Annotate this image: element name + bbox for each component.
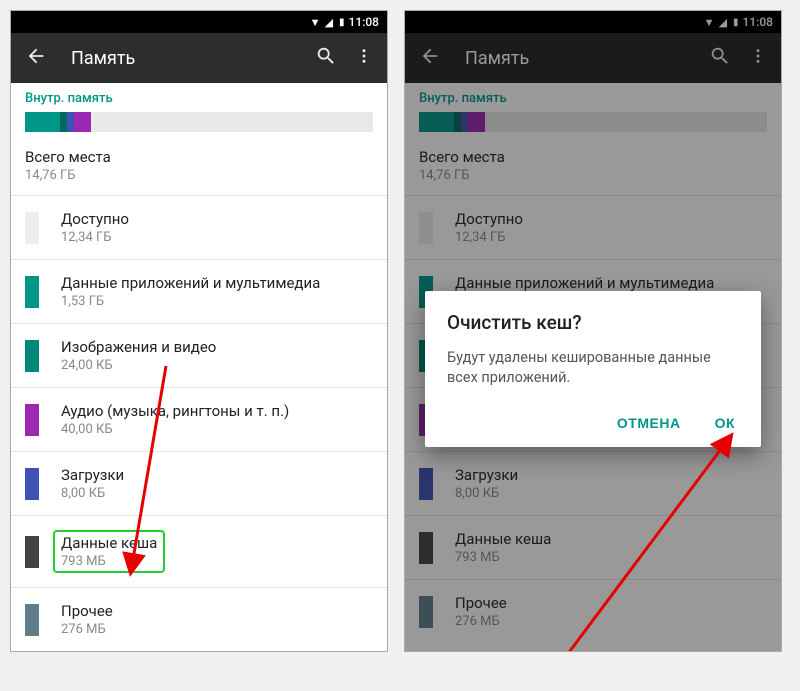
total-block: Всего места 14,76 ГБ (11, 142, 387, 195)
storage-bar (25, 112, 373, 132)
color-swatch (25, 276, 39, 308)
storage-item-subtitle: 276 МБ (61, 622, 113, 637)
storage-item[interactable]: Прочее 276 МБ (11, 588, 387, 651)
storage-item-text: Загрузки 8,00 КБ (61, 466, 124, 501)
storage-list: Доступно 12,34 ГБ Данные приложений и муль… (11, 196, 387, 651)
storage-item-text: Прочее 276 МБ (61, 602, 113, 637)
storage-item-title: Прочее (61, 602, 113, 620)
signal-icon: ◢ (325, 16, 333, 29)
clear-cache-dialog: Очистить кеш? Будут удалены кешированные… (425, 291, 761, 447)
total-label: Всего места (25, 148, 373, 166)
storage-item[interactable]: Доступно 12,34 ГБ (11, 196, 387, 259)
total-value: 14,76 ГБ (25, 168, 373, 183)
storage-item[interactable]: Загрузки 8,00 КБ (11, 452, 387, 515)
app-bar: Память (11, 33, 387, 83)
storage-item-title: Данные приложений и мультимедиа (61, 274, 320, 292)
ok-button[interactable]: ОК (711, 409, 739, 437)
cancel-button[interactable]: ОТМЕНА (613, 409, 685, 437)
storage-item-subtitle: 793 МБ (61, 554, 157, 569)
dialog-title: Очистить кеш? (447, 311, 739, 334)
status-time: 11:08 (349, 15, 379, 29)
color-swatch (25, 340, 39, 372)
storage-item-subtitle: 24,00 КБ (61, 358, 216, 373)
phone-right: ▼ ◢ ▮ 11:08 Память Внутр. память Всего м… (404, 10, 782, 652)
storage-item-title: Доступно (61, 210, 129, 228)
storage-item[interactable]: Данные приложений и мультимедиа 1,53 ГБ (11, 260, 387, 323)
storage-item-subtitle: 40,00 КБ (61, 422, 289, 437)
storage-item-title: Изображения и видео (61, 338, 216, 356)
storage-item[interactable]: Данные кеша 793 МБ (11, 516, 387, 587)
search-icon[interactable] (315, 45, 337, 71)
storage-item-text: Доступно 12,34 ГБ (61, 210, 129, 245)
battery-icon: ▮ (339, 17, 345, 28)
color-swatch (25, 468, 39, 500)
storage-item-text: Аудио (музыка, рингтоны и т. п.) 40,00 КБ (61, 402, 289, 437)
dialog-message: Будут удалены кешированные данные всех п… (447, 348, 739, 389)
color-swatch (25, 404, 39, 436)
storage-item-subtitle: 1,53 ГБ (61, 294, 320, 309)
color-swatch (25, 536, 39, 568)
storage-item-title: Аудио (музыка, рингтоны и т. п.) (61, 402, 289, 420)
storage-item[interactable]: Аудио (музыка, рингтоны и т. п.) 40,00 КБ (11, 388, 387, 451)
storage-item-text: Изображения и видео 24,00 КБ (61, 338, 216, 373)
color-swatch (25, 212, 39, 244)
storage-item-subtitle: 8,00 КБ (61, 486, 124, 501)
storage-item-title: Загрузки (61, 466, 124, 484)
phone-left: ▼ ◢ ▮ 11:08 Память Внутр. память Всего м… (10, 10, 388, 652)
more-icon[interactable] (355, 45, 373, 71)
storage-item[interactable]: Изображения и видео 24,00 КБ (11, 324, 387, 387)
storage-item-text: Данные приложений и мультимедиа 1,53 ГБ (61, 274, 320, 309)
storage-item-title: Данные кеша (61, 534, 157, 552)
section-internal-storage: Внутр. память (11, 83, 387, 110)
storage-item-text: Данные кеша 793 МБ (53, 530, 165, 573)
appbar-title: Память (71, 48, 315, 69)
storage-item-subtitle: 12,34 ГБ (61, 230, 129, 245)
back-icon[interactable] (25, 45, 47, 71)
status-bar: ▼ ◢ ▮ 11:08 (11, 11, 387, 33)
color-swatch (25, 604, 39, 636)
wifi-icon: ▼ (310, 16, 321, 29)
